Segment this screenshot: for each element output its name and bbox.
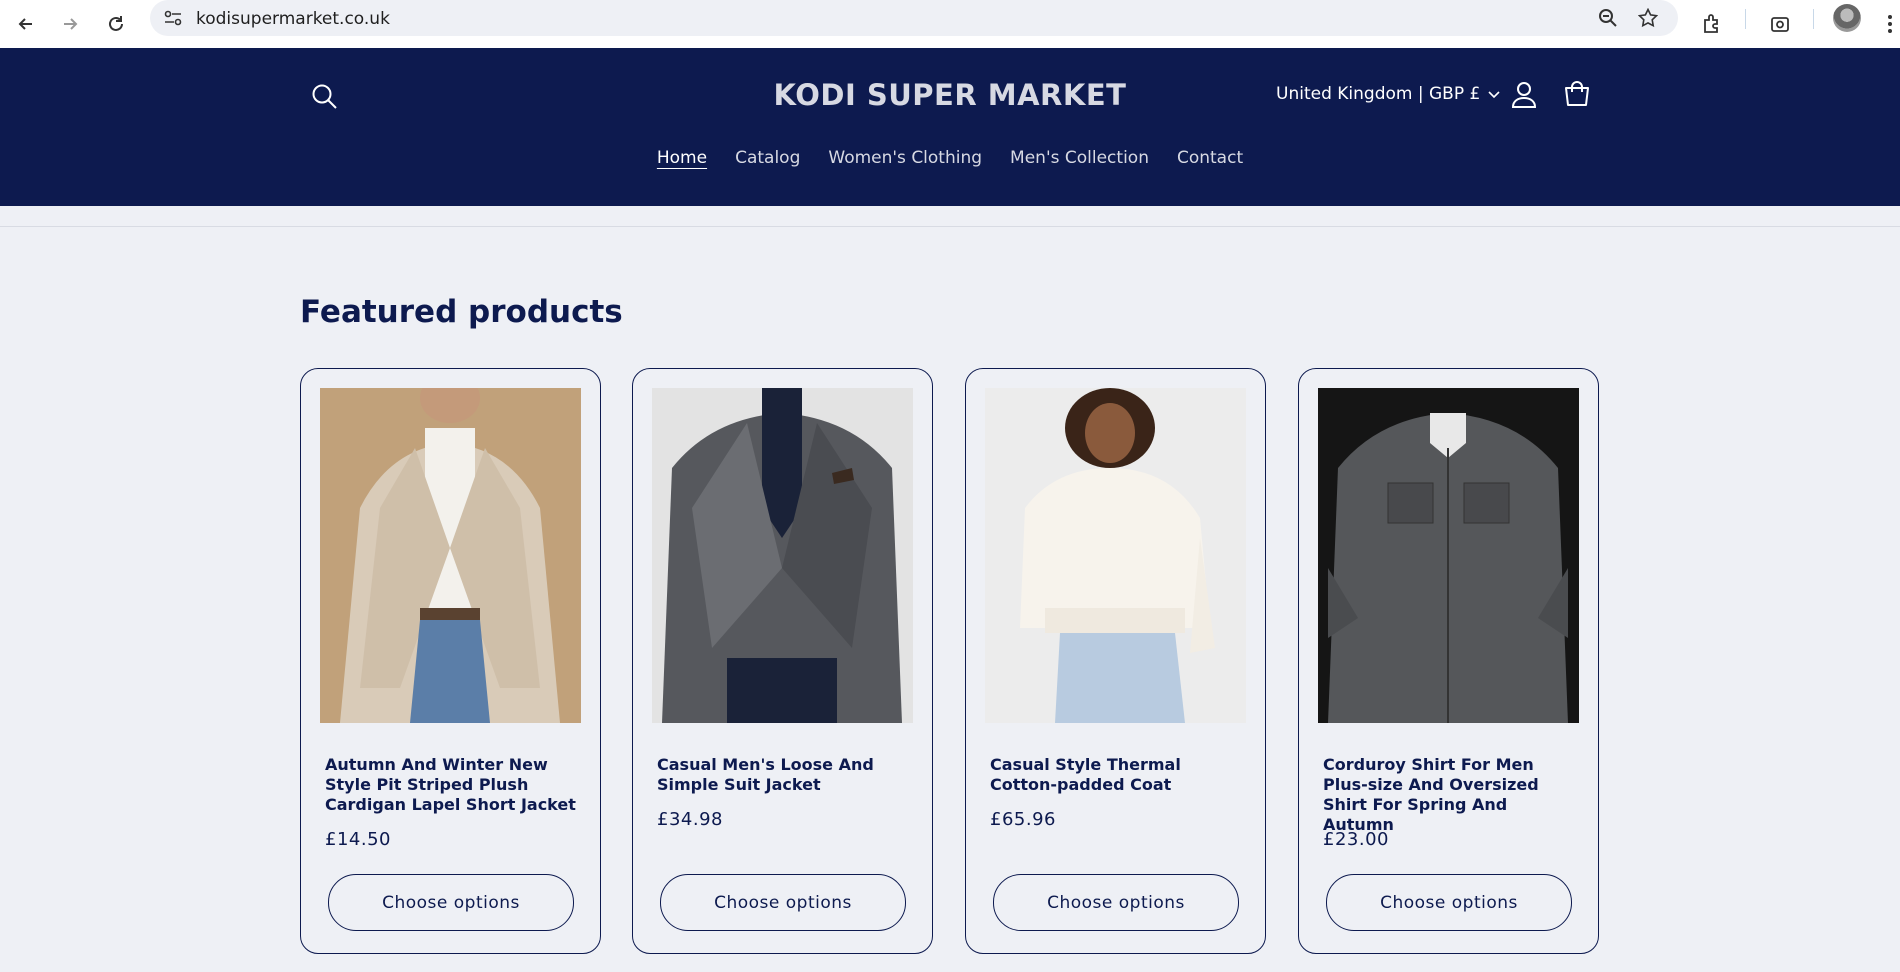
extensions-icon[interactable] xyxy=(1694,6,1730,42)
nav-catalog[interactable]: Catalog xyxy=(735,148,800,168)
site-logo[interactable]: KODI SUPER MARKET xyxy=(700,78,1200,112)
product-card[interactable]: Casual Style Thermal Cotton-padded Coat … xyxy=(965,368,1266,954)
site-header: KODI SUPER MARKET United Kingdom | GBP £… xyxy=(0,48,1900,206)
cart-icon[interactable] xyxy=(1562,80,1592,115)
screenshot-icon[interactable] xyxy=(1762,6,1798,42)
site-settings-icon[interactable] xyxy=(164,10,182,31)
product-image[interactable] xyxy=(652,388,913,723)
toolbar-separator xyxy=(1745,9,1746,29)
browser-toolbar: kodisupermarket.co.uk xyxy=(0,0,1900,48)
nav-home[interactable]: Home xyxy=(657,148,707,168)
product-price: £23.00 xyxy=(1323,829,1389,850)
product-name[interactable]: Casual Style Thermal Cotton-padded Coat xyxy=(990,755,1250,795)
product-name[interactable]: Autumn And Winter New Style Pit Striped … xyxy=(325,755,585,815)
account-icon[interactable] xyxy=(1510,80,1538,115)
product-image[interactable] xyxy=(320,388,581,723)
product-card[interactable]: Casual Men's Loose And Simple Suit Jacke… xyxy=(632,368,933,954)
main-navigation: Home Catalog Women's Clothing Men's Coll… xyxy=(0,148,1900,168)
url-text: kodisupermarket.co.uk xyxy=(196,9,390,29)
section-divider xyxy=(0,226,1900,227)
featured-products-heading: Featured products xyxy=(300,294,623,330)
browser-menu-icon[interactable] xyxy=(1872,6,1900,42)
back-arrow-icon[interactable] xyxy=(8,6,44,42)
product-card[interactable]: Corduroy Shirt For Men Plus-size And Ove… xyxy=(1298,368,1599,954)
product-name[interactable]: Casual Men's Loose And Simple Suit Jacke… xyxy=(657,755,917,795)
product-image[interactable] xyxy=(1318,388,1579,723)
product-image[interactable] xyxy=(985,388,1246,723)
reload-icon[interactable] xyxy=(98,6,134,42)
product-price: £65.96 xyxy=(990,809,1056,830)
nav-womens-clothing[interactable]: Women's Clothing xyxy=(828,148,982,168)
country-selector-label: United Kingdom | GBP £ xyxy=(1276,84,1481,104)
profile-avatar[interactable] xyxy=(1833,4,1861,32)
chevron-down-icon xyxy=(1488,84,1500,104)
country-selector[interactable]: United Kingdom | GBP £ xyxy=(1276,84,1500,104)
zoom-icon[interactable] xyxy=(1598,8,1618,33)
search-icon[interactable] xyxy=(310,82,340,117)
choose-options-button[interactable]: Choose options xyxy=(993,874,1239,931)
bookmark-star-icon[interactable] xyxy=(1637,7,1659,33)
product-name[interactable]: Corduroy Shirt For Men Plus-size And Ove… xyxy=(1323,755,1583,835)
product-price: £14.50 xyxy=(325,829,391,850)
toolbar-separator xyxy=(1813,9,1814,29)
choose-options-button[interactable]: Choose options xyxy=(328,874,574,931)
address-bar[interactable]: kodisupermarket.co.uk xyxy=(150,0,1678,36)
forward-arrow-icon[interactable] xyxy=(52,6,88,42)
product-card[interactable]: Autumn And Winter New Style Pit Striped … xyxy=(300,368,601,954)
nav-contact[interactable]: Contact xyxy=(1177,148,1243,168)
choose-options-button[interactable]: Choose options xyxy=(660,874,906,931)
choose-options-button[interactable]: Choose options xyxy=(1326,874,1572,931)
nav-mens-collection[interactable]: Men's Collection xyxy=(1010,148,1149,168)
product-price: £34.98 xyxy=(657,809,723,830)
